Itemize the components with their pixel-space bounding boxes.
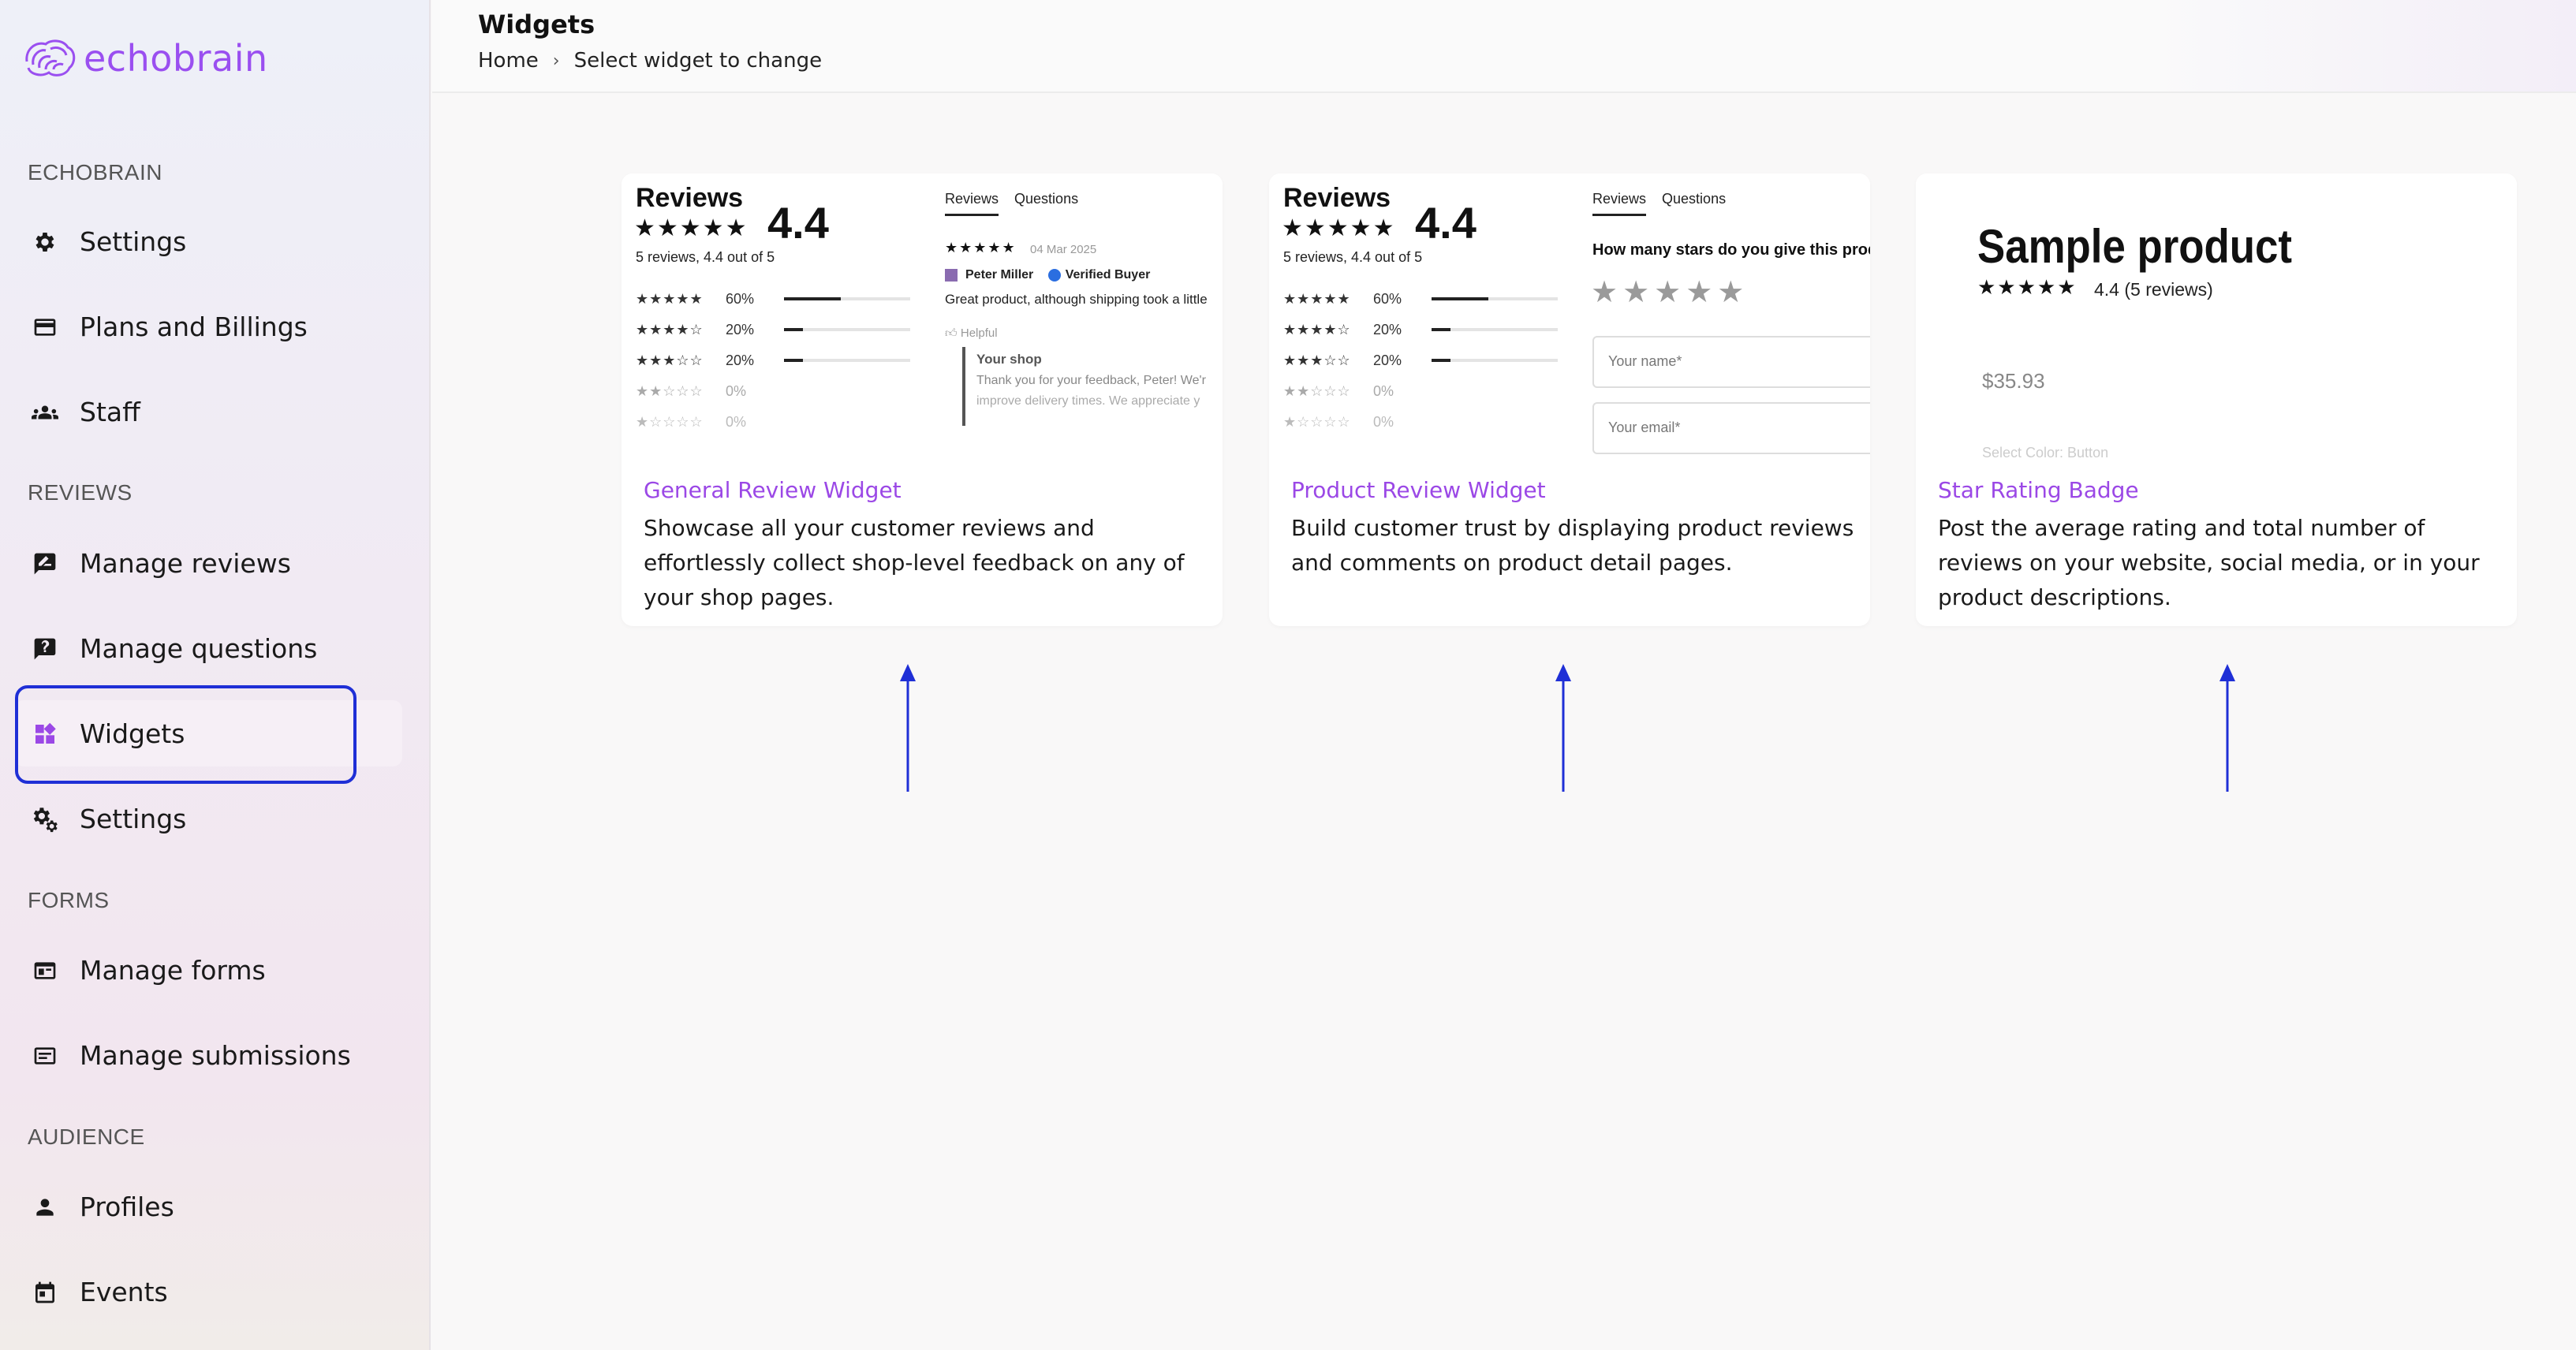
review-date: 04 Mar 2025: [1030, 243, 1097, 256]
preview-stars: ★★★★★: [634, 214, 749, 242]
brand-name: echobrain: [84, 37, 268, 80]
reviewer-row: Peter Miller Verified Buyer: [945, 268, 1150, 282]
sidebar-item-settings[interactable]: Settings: [14, 208, 402, 274]
preview-heading: Reviews: [636, 183, 744, 213]
sidebar-item-manage-forms[interactable]: Manage forms: [14, 937, 402, 1003]
calendar-icon: [30, 1277, 60, 1307]
sidebar-item-profiles[interactable]: Profiles: [14, 1173, 402, 1240]
rate-review-icon: [30, 549, 60, 579]
sidebar-item-label: Events: [80, 1276, 168, 1307]
rating-bar-row: ★☆☆☆☆ 0%: [636, 413, 747, 430]
gears-icon: [30, 804, 60, 834]
email-field: Your email*: [1592, 402, 1870, 454]
widget-preview-star-rating-badge: Sample product ★★★★★ 4.4 (5 reviews) $35…: [1916, 173, 2517, 457]
rating-bar-row: ★★★★★ 60%: [1283, 290, 1558, 308]
card-description: Showcase all your customer reviews and e…: [644, 515, 1185, 610]
card-title[interactable]: Product Review Widget: [1291, 477, 1546, 503]
preview-heading: Reviews: [1283, 183, 1391, 213]
sidebar-item-manage-submissions[interactable]: Manage submissions: [14, 1022, 402, 1088]
preview-rating: 4.4: [767, 198, 829, 248]
annotation-arrow-up-icon: [1555, 664, 1571, 792]
credit-card-icon: [30, 312, 60, 342]
sidebar-item-label: Manage questions: [80, 632, 318, 664]
reply-text-2: improve delivery times. We appreciate y: [976, 394, 1200, 408]
rating-bar-row: ★★★★★ 60%: [636, 290, 910, 308]
review-text: Great product, although shipping took a …: [945, 292, 1208, 307]
reply-text-1: Thank you for your feedback, Peter! We'r: [976, 374, 1206, 387]
sidebar-item-manage-questions[interactable]: Manage questions: [14, 615, 402, 681]
section-label-forms: FORMS: [28, 888, 110, 912]
card-description: Build customer trust by displaying produ…: [1291, 515, 1854, 576]
annotation-arrow-up-icon: [900, 664, 916, 792]
reply-divider: [962, 347, 965, 426]
logo[interactable]: echobrain: [22, 33, 268, 84]
review-stars: ★★★★★: [945, 240, 1017, 256]
sidebar-item-label: Manage reviews: [80, 547, 291, 579]
section-label-echobrain: ECHOBRAIN: [28, 160, 162, 185]
widget-card-general-review[interactable]: Reviews ★★★★★ 4.4 5 reviews, 4.4 out of …: [622, 173, 1223, 626]
widget-card-product-review[interactable]: Reviews ★★★★★ 4.4 5 reviews, 4.4 out of …: [1269, 173, 1870, 626]
widget-preview-general-review: Reviews ★★★★★ 4.4 5 reviews, 4.4 out of …: [622, 173, 1223, 457]
sidebar-item-label: Manage submissions: [80, 1039, 351, 1071]
rating-question: How many stars do you give this product?: [1592, 241, 1870, 259]
breadcrumb-separator: ›: [552, 50, 560, 71]
sidebar-item-label: Staff: [80, 396, 140, 427]
rating-bar-row: ★★★★☆ 20%: [636, 321, 910, 338]
page-header: Widgets Home › Select widget to change: [432, 0, 2576, 93]
breadcrumb-home-link[interactable]: Home: [478, 49, 539, 73]
sidebar-item-staff[interactable]: Staff: [14, 379, 402, 445]
rating-bar-row: ★★★☆☆ 20%: [1283, 352, 1558, 369]
sidebar-item-label: Plans and Billings: [80, 311, 308, 342]
preview-summary: 5 reviews, 4.4 out of 5: [1283, 249, 1423, 265]
section-label-reviews: REVIEWS: [28, 480, 133, 505]
brain-logo-icon: [25, 39, 76, 76]
annotation-arrow-up-icon: [2219, 664, 2235, 792]
rating-bar-row: ★★☆☆☆ 0%: [636, 382, 747, 399]
people-icon: [30, 397, 60, 427]
widgets-highlight-annotation: [15, 685, 357, 784]
badge-stars: ★★★★★: [1977, 276, 2078, 300]
sidebar-item-label: Settings: [80, 226, 187, 257]
helpful-row: 👍︎ Helpful: [945, 326, 998, 340]
sidebar-item-plans-billings[interactable]: Plans and Billings: [14, 293, 402, 360]
badge-rating-text: 4.4 (5 reviews): [2094, 279, 2213, 300]
sidebar-item-manage-reviews[interactable]: Manage reviews: [14, 530, 402, 596]
card-description: Post the average rating and total number…: [1938, 515, 2480, 610]
card-title[interactable]: General Review Widget: [644, 477, 902, 503]
card-title[interactable]: Star Rating Badge: [1938, 477, 2139, 503]
preview-tabs: Reviews Questions: [945, 191, 1078, 216]
sidebar-item-label: Profiles: [80, 1191, 174, 1222]
sidebar: echobrain ECHOBRAIN Settings Plans and B…: [0, 0, 431, 1350]
question-icon: [30, 634, 60, 664]
rating-bar-row: ★☆☆☆☆ 0%: [1283, 413, 1394, 430]
rating-bar-row: ★★★★☆ 20%: [1283, 321, 1558, 338]
breadcrumb-current: Select widget to change: [573, 49, 823, 73]
preview-stars: ★★★★★: [1282, 214, 1396, 242]
star-input: ★★★★★: [1591, 274, 1749, 309]
widget-preview-product-review: Reviews ★★★★★ 4.4 5 reviews, 4.4 out of …: [1269, 173, 1870, 457]
sidebar-item-label: Manage forms: [80, 954, 266, 986]
preview-summary: 5 reviews, 4.4 out of 5: [636, 249, 775, 265]
sidebar-item-review-settings[interactable]: Settings: [14, 785, 402, 852]
reply-from: Your shop: [976, 352, 1042, 367]
sample-price: $35.93: [1982, 369, 2045, 393]
form-icon: [30, 956, 60, 986]
submissions-icon: [30, 1041, 60, 1071]
page-title: Widgets: [478, 9, 595, 39]
preview-tabs: Reviews Questions: [1592, 191, 1726, 216]
sidebar-item-label: Settings: [80, 803, 187, 834]
rating-bar-row: ★★☆☆☆ 0%: [1283, 382, 1394, 399]
thumbs-up-icon: 👍︎: [945, 326, 958, 340]
gear-icon: [30, 227, 60, 257]
name-field: Your name*: [1592, 336, 1870, 388]
cutoff-text: Select Color: Button: [1982, 445, 2109, 457]
person-icon: [30, 1192, 60, 1222]
preview-rating: 4.4: [1415, 198, 1477, 248]
rating-bar-row: ★★★☆☆ 20%: [636, 352, 910, 369]
section-label-audience: AUDIENCE: [28, 1124, 145, 1149]
sidebar-item-events[interactable]: Events: [14, 1259, 402, 1325]
sample-product-name: Sample product: [1977, 220, 2292, 273]
widget-card-star-rating-badge[interactable]: Sample product ★★★★★ 4.4 (5 reviews) $35…: [1916, 173, 2517, 626]
breadcrumb: Home › Select widget to change: [478, 49, 822, 73]
